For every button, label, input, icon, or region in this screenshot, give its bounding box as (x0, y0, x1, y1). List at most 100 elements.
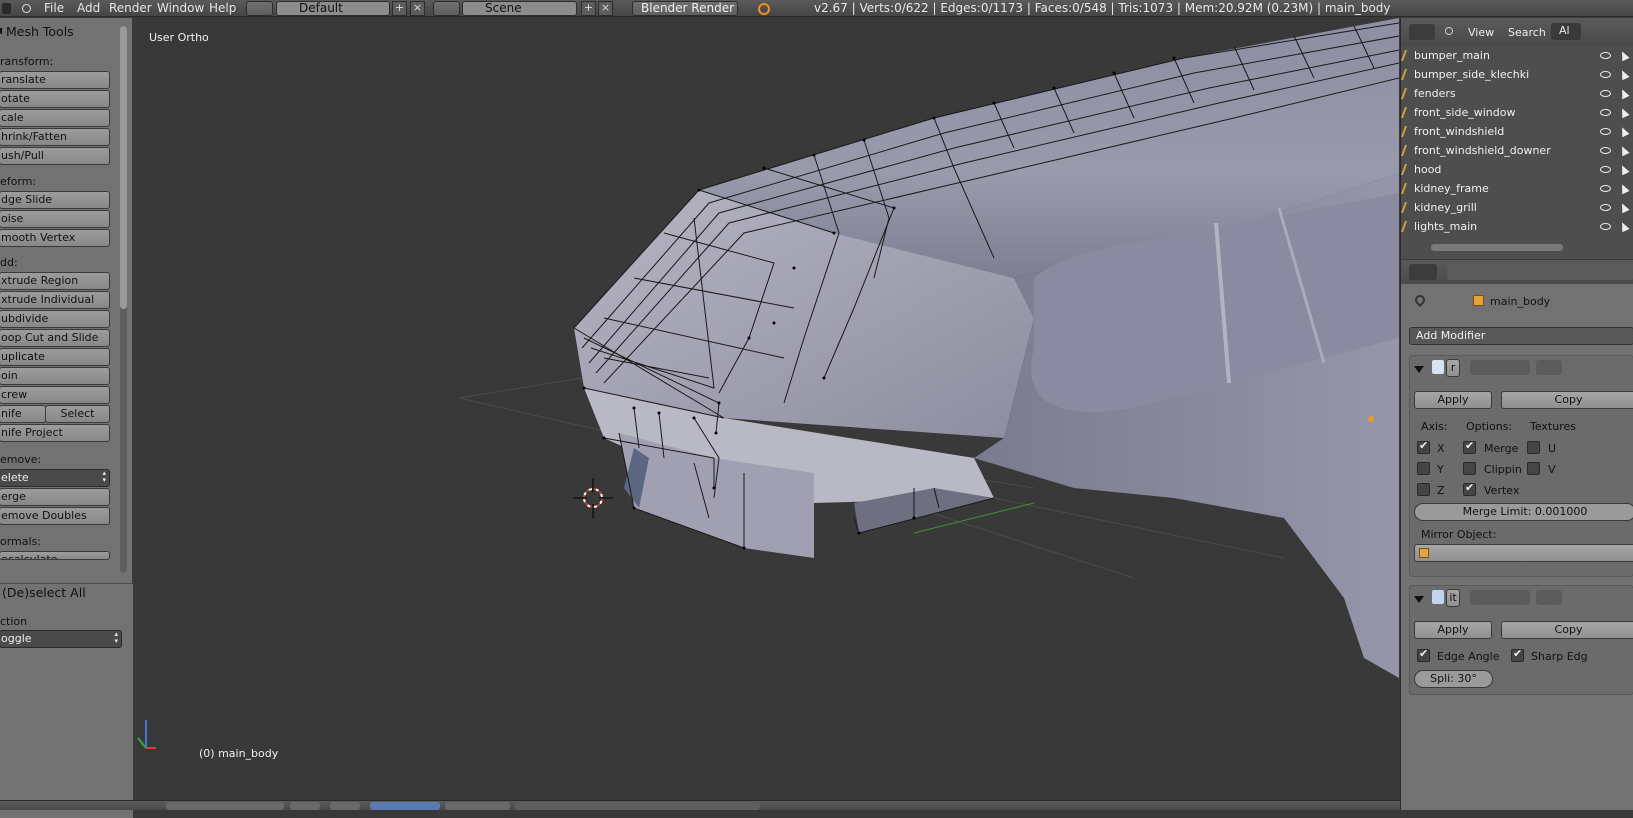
modifier-name-field[interactable]: r (1446, 359, 1460, 377)
selectable-icon[interactable] (1618, 144, 1630, 157)
selectable-icon[interactable] (1618, 220, 1630, 233)
shelf-scroll-thumb[interactable] (120, 26, 127, 309)
mirror-object-field[interactable] (1414, 544, 1633, 562)
selectable-icon[interactable] (1618, 87, 1630, 100)
screen-layout-field[interactable]: Default (276, 1, 390, 16)
modifier-visibility-toggles[interactable] (1470, 360, 1530, 375)
recalculate-button[interactable]: ecalculate (0, 551, 110, 560)
delete-dropdown[interactable]: elete (0, 469, 110, 487)
scene-icon[interactable] (433, 1, 460, 16)
extrude-region-button[interactable]: xtrude Region (0, 272, 110, 290)
action-dropdown[interactable]: oggle (0, 630, 122, 648)
outliner-item-hood[interactable]: hood (1400, 161, 1633, 180)
screen-layout-icon[interactable] (246, 1, 273, 16)
remove-scene-button[interactable]: × (598, 1, 613, 16)
visibility-icon[interactable] (1600, 166, 1611, 173)
remove-doubles-button[interactable]: emove Doubles (0, 507, 110, 525)
edge-angle-checkbox[interactable] (1417, 647, 1430, 662)
shading-select[interactable] (290, 802, 320, 810)
knife-button[interactable]: nife (0, 405, 46, 423)
screw-button[interactable]: crew (0, 386, 110, 404)
visibility-icon[interactable] (1600, 71, 1611, 78)
outliner-item-bumper-side-klechki[interactable]: bumper_side_klechki (1400, 66, 1633, 85)
outliner-item-front-windshield-downer[interactable]: front_windshield_downer (1400, 142, 1633, 161)
vertex-groups-checkbox[interactable] (1463, 481, 1476, 496)
outliner-item-fenders[interactable]: fenders (1400, 85, 1633, 104)
add-modifier-button[interactable]: Add Modifier (1409, 327, 1633, 345)
rotate-button[interactable]: otate (0, 90, 110, 108)
selectable-icon[interactable] (1618, 163, 1630, 176)
split-angle-field[interactable]: Spli: 30° (1414, 670, 1493, 688)
merge-checkbox[interactable] (1463, 439, 1476, 454)
add-scene-button[interactable]: + (581, 1, 596, 16)
edge-split-copy-button[interactable]: Copy (1501, 621, 1633, 639)
remove-layout-button[interactable]: × (410, 1, 425, 16)
visibility-icon[interactable] (1600, 204, 1611, 211)
visibility-icon[interactable] (1600, 128, 1611, 135)
viewport-header-buttons[interactable] (515, 802, 760, 810)
axis-x-checkbox[interactable] (1417, 439, 1430, 454)
texture-u-checkbox[interactable] (1527, 441, 1540, 454)
scale-button[interactable]: cale (0, 109, 110, 127)
blender-logo-icon[interactable] (22, 4, 31, 13)
3d-cursor[interactable] (573, 478, 613, 518)
menu-add[interactable]: Add (77, 1, 100, 15)
mesh-canvas[interactable] (134, 18, 1399, 800)
collapse-icon[interactable] (0, 28, 2, 34)
merge-button[interactable]: erge (0, 488, 110, 506)
pivot-select[interactable] (330, 802, 360, 810)
menu-render[interactable]: Render (109, 1, 152, 15)
outliner-hscrollbar[interactable] (1431, 244, 1563, 251)
outliner-editor-icon[interactable] (1409, 24, 1435, 40)
add-layout-button[interactable]: + (392, 1, 407, 16)
visibility-icon[interactable] (1600, 90, 1611, 97)
outliner-item-kidney-grill[interactable]: kidney_grill (1400, 199, 1633, 218)
selectable-icon[interactable] (1618, 106, 1630, 119)
menu-file[interactable]: File (44, 1, 64, 15)
menu-help[interactable]: Help (209, 1, 236, 15)
clipping-checkbox[interactable] (1463, 462, 1476, 475)
scene-field[interactable]: Scene (462, 1, 577, 16)
shrink-fatten-button[interactable]: hrink/Fatten (0, 128, 110, 146)
context-tabs[interactable] (1447, 264, 1633, 280)
outliner-item-front-side-window[interactable]: front_side_window (1400, 104, 1633, 123)
visibility-icon[interactable] (1600, 185, 1611, 192)
collapse-modifier-icon[interactable] (1414, 596, 1424, 603)
outliner-search-menu[interactable]: Search (1508, 26, 1546, 39)
mirror-copy-button[interactable]: Copy (1501, 391, 1633, 409)
display-mode-icon[interactable] (1445, 27, 1453, 35)
outliner-item-kidney-frame[interactable]: kidney_frame (1400, 180, 1633, 199)
mirror-apply-button[interactable]: Apply (1414, 391, 1492, 409)
knife-project-button[interactable]: nife Project (0, 424, 110, 442)
outliner-view-menu[interactable]: View (1468, 26, 1494, 39)
axis-y-checkbox[interactable] (1417, 462, 1430, 475)
outliner-item-lights-main[interactable]: lights_main (1400, 218, 1633, 237)
sharp-edges-checkbox[interactable] (1511, 647, 1524, 662)
extrude-individual-button[interactable]: xtrude Individual (0, 291, 110, 309)
pin-icon[interactable] (1412, 292, 1428, 308)
visibility-icon[interactable] (1600, 223, 1611, 230)
menu-window[interactable]: Window (157, 1, 204, 15)
axis-z-checkbox[interactable] (1417, 483, 1430, 496)
visibility-icon[interactable] (1600, 109, 1611, 116)
collapse-modifier-icon[interactable] (1414, 366, 1424, 373)
render-engine-select[interactable]: Blender Render (632, 1, 738, 16)
subdivide-button[interactable]: ubdivide (0, 310, 110, 328)
outliner-item-front-windshield[interactable]: front_windshield (1400, 123, 1633, 142)
mode-select[interactable] (166, 802, 284, 810)
3d-viewport[interactable]: User Ortho (0) main_body (134, 18, 1399, 800)
join-button[interactable]: oin (0, 367, 110, 385)
knife-select-button[interactable]: Select (45, 405, 110, 423)
modifier-name-field[interactable]: it (1446, 589, 1460, 607)
selectable-icon[interactable] (1618, 49, 1630, 62)
outliner-filter-select[interactable]: Al (1551, 23, 1581, 40)
visibility-icon[interactable] (1600, 52, 1611, 59)
translate-button[interactable]: ranslate (0, 71, 110, 89)
manipulator-toggles[interactable] (370, 802, 440, 810)
selectable-icon[interactable] (1618, 125, 1630, 138)
selectable-icon[interactable] (1618, 68, 1630, 81)
edge-split-apply-button[interactable]: Apply (1414, 621, 1492, 639)
loop-cut-button[interactable]: oop Cut and Slide (0, 329, 110, 347)
editor-type-icon[interactable] (2, 3, 11, 14)
properties-editor-icon[interactable] (1409, 264, 1437, 280)
